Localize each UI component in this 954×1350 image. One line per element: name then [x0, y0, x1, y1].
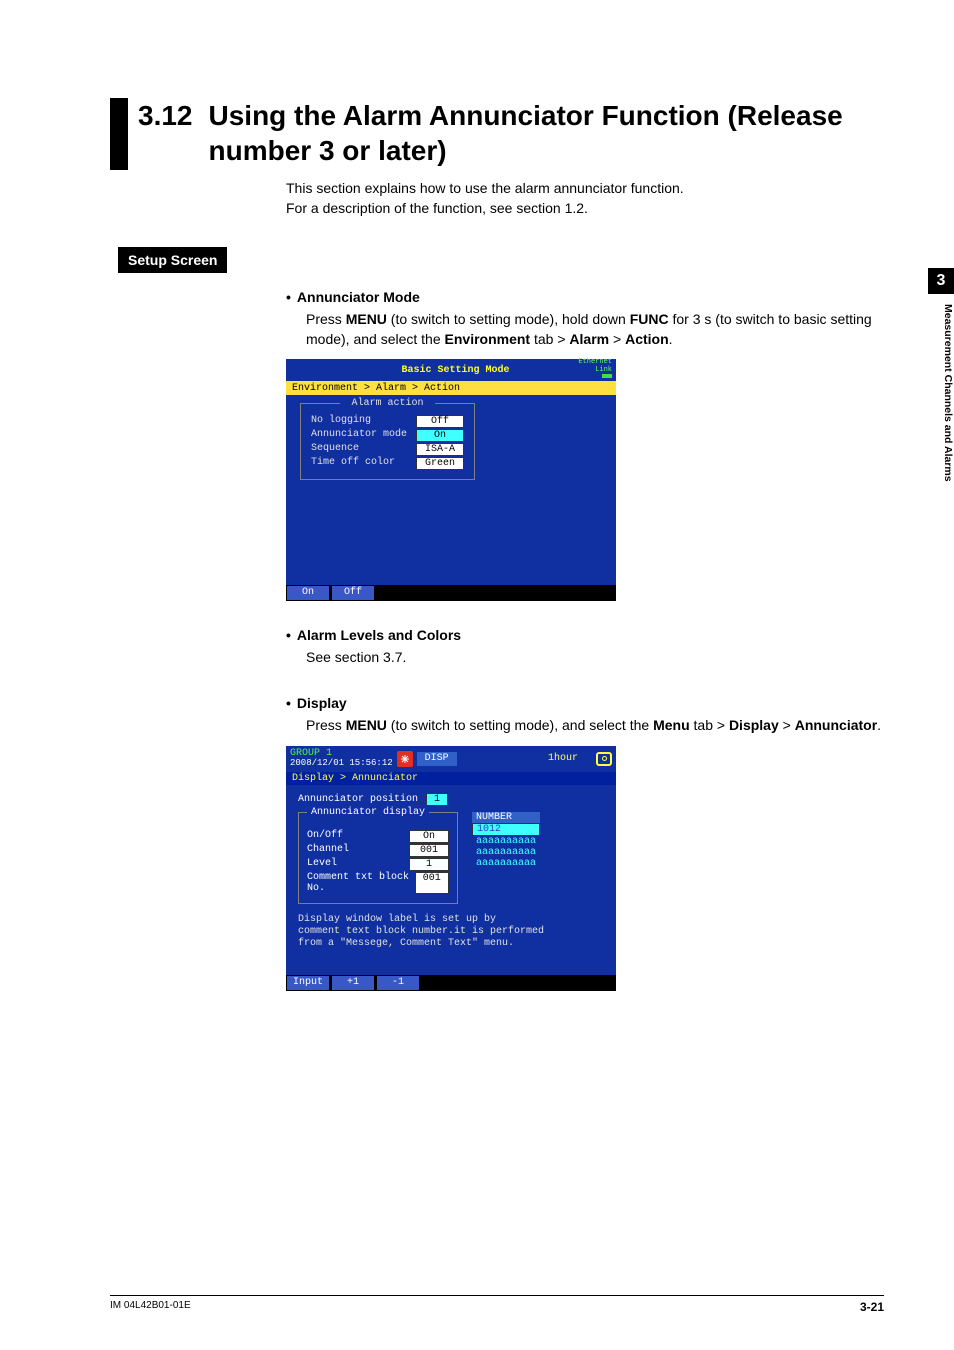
row-time-off-color: Time off color Green	[311, 457, 464, 470]
annunciator-mode-heading: •Annunciator Mode	[286, 289, 884, 305]
screenshot-display-annunciator: GROUP 1 2008/12/01 15:56:12 DISP 1hour D…	[286, 746, 616, 991]
value-time-off-color[interactable]: Green	[416, 457, 464, 470]
alarm-levels-title: Alarm Levels and Colors	[297, 627, 461, 643]
row-onoff: On/Off On	[307, 830, 449, 843]
ss1-titlebar: Basic Setting Mode Ethernet Link	[286, 359, 616, 381]
chapter-number: 3	[928, 268, 954, 294]
link-icon	[602, 374, 612, 378]
row-annunciator-mode: Annunciator mode On	[311, 429, 464, 442]
display-heading: •Display	[286, 695, 884, 711]
label-no-logging: No logging	[311, 415, 371, 428]
page-footer: IM 04L42B01-01E 3-21	[110, 1295, 884, 1314]
annunciator-mode-text: Press MENU (to switch to setting mode), …	[306, 309, 884, 350]
row-level: Level 1	[307, 858, 449, 871]
label-time-off-color: Time off color	[311, 457, 395, 470]
ss1-title: Basic Setting Mode	[402, 365, 510, 376]
display-text: Press MENU (to switch to setting mode), …	[306, 715, 884, 735]
side-tab: 3 Measurement Channels and Alarms	[924, 268, 954, 482]
ss2-body: Annunciator position 1 Annunciator displ…	[286, 785, 616, 975]
annunciator-mode-title: Annunciator Mode	[297, 289, 420, 305]
label-channel: Channel	[307, 844, 349, 857]
number-box: NUMBER 1012 aaaaaaaaaa aaaaaaaaaa aaaaaa…	[472, 812, 540, 904]
softkey-off[interactable]: Off	[332, 586, 374, 600]
value-no-logging[interactable]: Off	[416, 415, 464, 428]
row-comment-block: Comment txt block No. 001	[307, 872, 449, 894]
screenshot-basic-setting-mode: Basic Setting Mode Ethernet Link Environ…	[286, 359, 616, 601]
softkey-plus1[interactable]: +1	[332, 976, 374, 990]
label-level: Level	[307, 858, 337, 871]
softkey-on[interactable]: On	[287, 586, 329, 600]
intro-line-1: This section explains how to use the ala…	[286, 178, 884, 198]
annunciator-position-value[interactable]: 1	[426, 793, 448, 806]
group-info: GROUP 1 2008/12/01 15:56:12	[290, 749, 393, 769]
label-sequence: Sequence	[311, 443, 359, 456]
annunciator-display-legend: Annunciator display	[307, 807, 429, 818]
section-number: 3.12	[138, 98, 193, 170]
value-annunciator-mode[interactable]: On	[416, 429, 464, 442]
value-channel[interactable]: 001	[409, 844, 449, 857]
annunciator-position-row: Annunciator position 1	[298, 793, 604, 806]
ss2-breadcrumb: Display > Annunciator	[286, 772, 616, 785]
chapter-label: Measurement Channels and Alarms	[942, 294, 954, 482]
value-level[interactable]: 1	[409, 858, 449, 871]
ss2-titlebar: GROUP 1 2008/12/01 15:56:12 DISP 1hour	[286, 746, 616, 772]
annunciator-display-group: Annunciator display On/Off On Channel 00…	[298, 812, 458, 904]
setup-screen-heading: Setup Screen	[118, 247, 227, 273]
value-sequence[interactable]: ISA-A	[416, 443, 464, 456]
row-channel: Channel 001	[307, 844, 449, 857]
number-a2: aaaaaaaaaa	[472, 847, 540, 858]
section-header: 3.12 Using the Alarm Annunciator Functio…	[110, 98, 884, 170]
alarm-levels-text: See section 3.7.	[306, 647, 884, 667]
annunciator-position-label: Annunciator position	[298, 794, 418, 805]
record-icon	[397, 751, 413, 767]
timestamp: 2008/12/01 15:56:12	[290, 759, 393, 768]
number-a1: aaaaaaaaaa	[472, 836, 540, 847]
number-a3: aaaaaaaaaa	[472, 858, 540, 869]
manual-id: IM 04L42B01-01E	[110, 1300, 191, 1314]
alarm-levels-heading: •Alarm Levels and Colors	[286, 627, 884, 643]
alarm-action-group: Alarm action No logging Off Annunciator …	[300, 403, 475, 480]
row-no-logging: No logging Off	[311, 415, 464, 428]
value-comment-block[interactable]: 001	[415, 872, 449, 894]
ethernet-indicator: Ethernet Link	[578, 359, 612, 381]
number-selected[interactable]: 1012	[472, 823, 540, 836]
softkey-minus1[interactable]: -1	[377, 976, 419, 990]
intro-text: This section explains how to use the ala…	[286, 178, 884, 219]
value-onoff[interactable]: On	[409, 830, 449, 843]
hint-text: Display window label is set up by commen…	[298, 914, 604, 950]
section-title: Using the Alarm Annunciator Function (Re…	[209, 98, 885, 170]
snapshot-icon[interactable]	[596, 752, 612, 766]
label-comment-block: Comment txt block No.	[307, 872, 415, 894]
header-bar	[110, 98, 128, 170]
number-header: NUMBER	[472, 812, 540, 823]
page-number: 3-21	[860, 1300, 884, 1314]
ss1-breadcrumb: Environment > Alarm > Action	[286, 381, 616, 395]
display-title: Display	[297, 695, 347, 711]
ss2-softkeys: Input +1 -1	[286, 975, 616, 991]
ss1-softkeys: On Off	[286, 585, 616, 601]
row-sequence: Sequence ISA-A	[311, 443, 464, 456]
alarm-action-legend: Alarm action	[340, 398, 435, 409]
softkey-input[interactable]: Input	[287, 976, 329, 990]
ss1-body: Alarm action No logging Off Annunciator …	[286, 395, 616, 585]
time-range: 1hour	[548, 753, 578, 764]
intro-line-2: For a description of the function, see s…	[286, 198, 884, 218]
disp-button[interactable]: DISP	[417, 752, 457, 766]
label-onoff: On/Off	[307, 830, 343, 843]
label-annunciator-mode: Annunciator mode	[311, 429, 407, 442]
